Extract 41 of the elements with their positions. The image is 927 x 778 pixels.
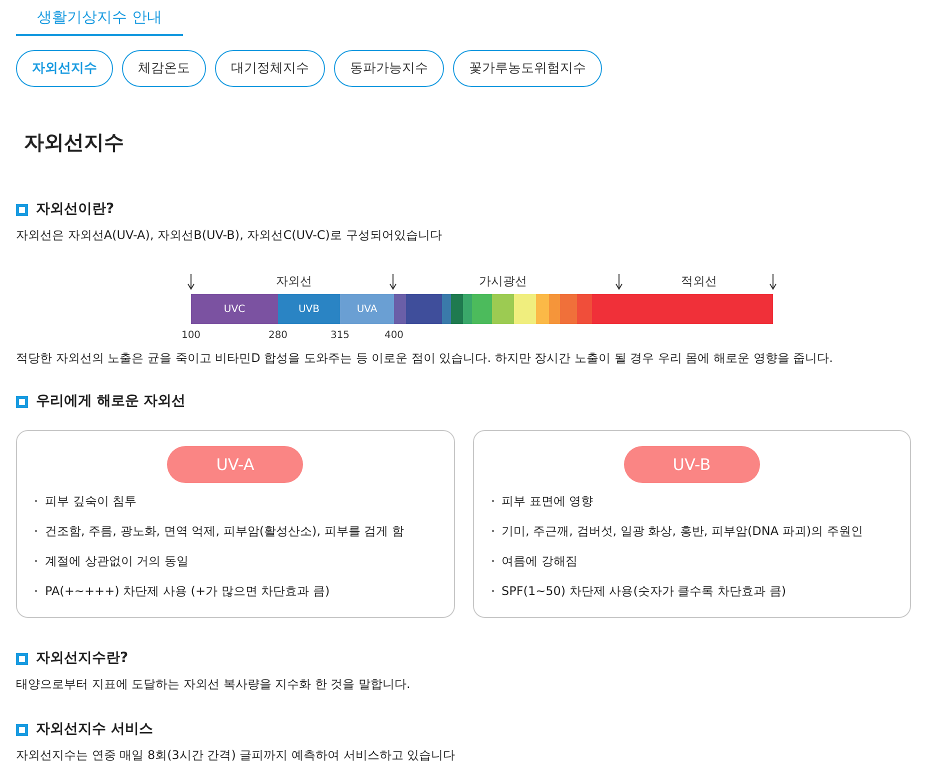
square-bullet-icon	[16, 396, 28, 408]
index-tab[interactable]: 동파가능지수	[334, 50, 444, 87]
index-tab[interactable]: 대기정체지수	[215, 50, 325, 87]
page-title: 자외선지수	[24, 129, 125, 156]
body-text: 태양으로부터 지표에 도달하는 자외선 복사량을 지수화 한 것을 말합니다.	[16, 676, 412, 693]
body-text: 자외선은 자외선A(UV-A), 자외선B(UV-B), 자외선C(UV-C)로 구성되어있습니다	[16, 227, 443, 244]
down-arrow-icon	[389, 274, 397, 290]
section-heading: 자외선지수 서비스	[36, 720, 153, 739]
wavelength-tick-label: 280	[268, 329, 288, 343]
square-bullet-icon	[16, 652, 28, 664]
list-item-text: 기미, 주근깨, 검버섯, 일광 화상, 홍반, 피부암(DNA 파괴)의 주원인	[502, 523, 863, 540]
list-item-text: 피부 표면에 영향	[502, 493, 594, 510]
body-text: 자외선지수는 연중 매일 8회(3시간 간격) 글피까지 예측하여 서비스하고 있습니다	[16, 747, 456, 764]
down-arrow-icon	[769, 274, 777, 290]
list-item-text: 건조함, 주름, 광노화, 면역 억제, 피부암(활성산소), 피부를 검게 함	[45, 523, 404, 540]
list-item-text: 계절에 상관없이 거의 동일	[45, 553, 188, 570]
uv-type-badge: UV-B	[624, 446, 760, 483]
spectrum-region-label: 자외선	[276, 273, 312, 290]
square-bullet-icon	[16, 204, 28, 216]
spectrum-segment: UVA	[340, 294, 394, 324]
section-heading: 자외선이란?	[36, 200, 114, 219]
list-item-text: 여름에 강해짐	[502, 553, 578, 570]
wavelength-tick-label: 400	[384, 329, 404, 343]
index-tab[interactable]: 체감온도	[122, 50, 206, 87]
list-item-text: 피부 깊숙이 침투	[45, 493, 137, 510]
spectrum-segment: UVB	[278, 294, 340, 324]
uv-type-badge: UV-A	[167, 446, 304, 483]
index-tab[interactable]: 꽃가루농도위험지수	[453, 50, 602, 87]
section-heading: 자외선지수란?	[36, 649, 128, 668]
list-item-text: PA(+~+++) 차단제 사용 (+가 많으면 차단효과 큼)	[45, 583, 330, 600]
list-item-text: SPF(1~50) 차단제 사용(숫자가 클수록 차단효과 큼)	[502, 583, 786, 600]
spectrum-region-label: 적외선	[681, 273, 717, 290]
section-heading: 우리에게 해로운 자외선	[36, 392, 186, 411]
down-arrow-icon	[615, 274, 623, 290]
down-arrow-icon	[187, 274, 195, 290]
square-bullet-icon	[16, 724, 28, 736]
spectrum-region-label: 가시광선	[479, 273, 527, 290]
wavelength-tick-label: 315	[330, 329, 350, 343]
body-text: 적당한 자외선의 노출은 균을 죽이고 비타민D 합성을 도와주는 등 이로운 점이 있습니다. 하지만 장시간 노출이 될 경우 우리 몸에 해로운 영향을 줍니다.	[16, 350, 834, 367]
spectrum-segment: UVC	[191, 294, 278, 324]
wavelength-tick-label: 100	[181, 329, 201, 343]
